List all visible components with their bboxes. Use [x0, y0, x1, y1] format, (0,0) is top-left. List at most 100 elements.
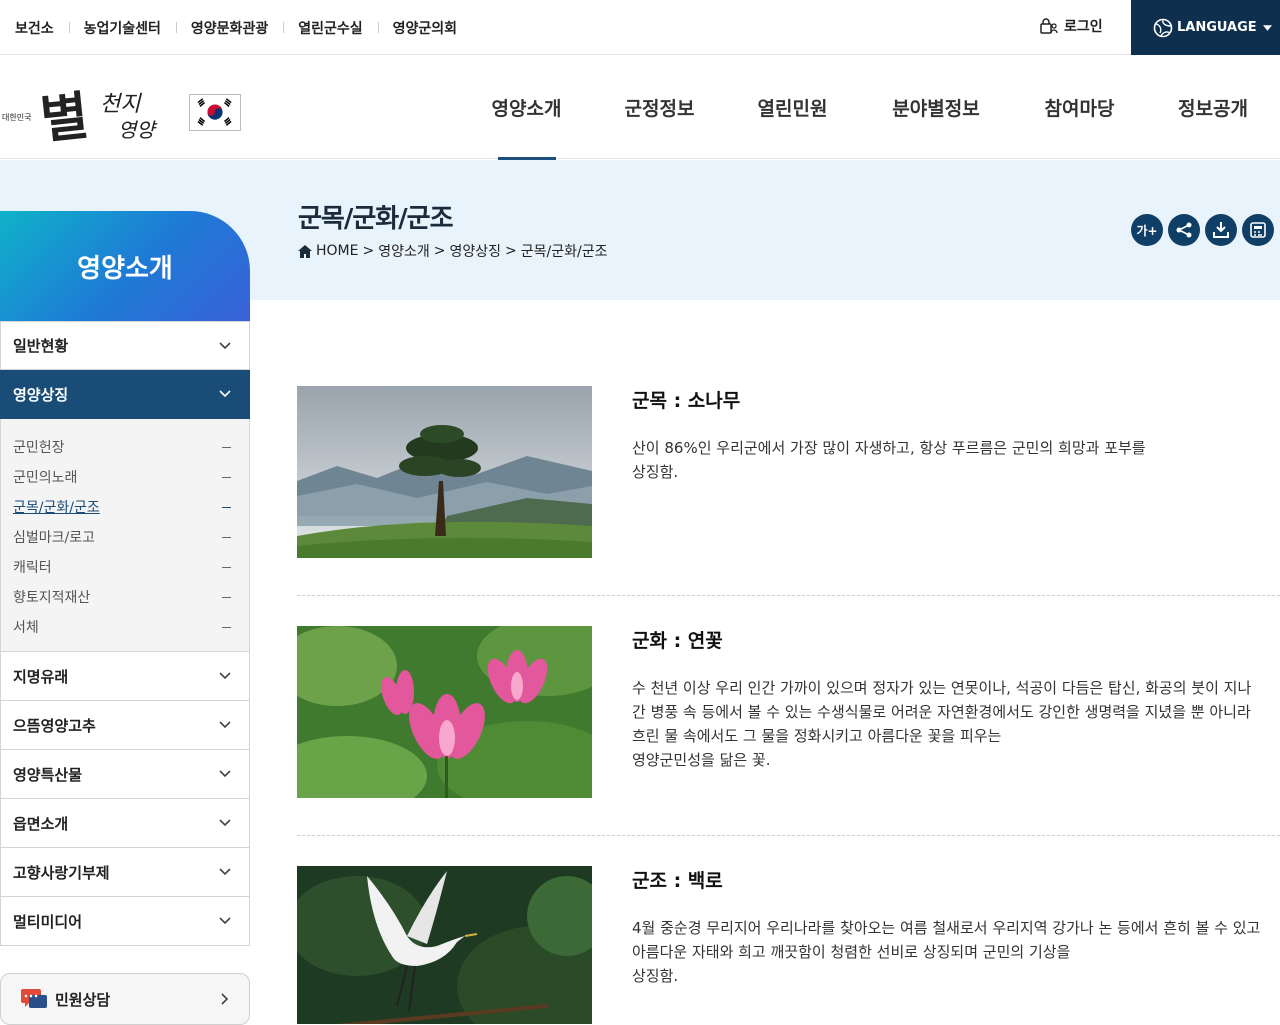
- submenu-tree-flower-bird[interactable]: 군목/군화/군조: [1, 492, 249, 522]
- civil-consult-button[interactable]: 민원상담: [0, 973, 250, 1025]
- description-line: 상징함.: [632, 463, 679, 481]
- logo-small-text: 대한민국: [2, 113, 32, 122]
- submenu-character[interactable]: 캐릭터: [1, 552, 249, 582]
- chevron-down-icon: [219, 868, 231, 876]
- submenu-label: 캐릭터: [13, 560, 52, 576]
- sidebar-item-label: 읍면소개: [13, 814, 69, 833]
- dash-icon: [222, 506, 231, 508]
- top-links: 보건소 농업기술센터 영양문화관광 열린군수실 영양군의회: [0, 0, 472, 55]
- submenu-font[interactable]: 서체: [1, 612, 249, 642]
- dash-icon: [222, 626, 231, 628]
- gnb-disclosure[interactable]: 정보공개: [1146, 56, 1280, 159]
- sidebar-item-label: 으뜸영양고추: [13, 716, 96, 735]
- sidebar-item-donation[interactable]: 고향사랑기부제: [0, 848, 250, 897]
- top-link-agri[interactable]: 농업기술센터: [68, 18, 176, 38]
- sidebar-item-general[interactable]: 일반현황: [0, 321, 250, 370]
- divider: [297, 835, 1280, 836]
- lock-person-icon: [1040, 18, 1058, 34]
- top-link-tour[interactable]: 영양문화관광: [175, 18, 283, 38]
- breadcrumb-separator: >: [433, 243, 446, 259]
- globe-icon: [1153, 18, 1173, 37]
- submenu-symbol-logo[interactable]: 심벌마크/로고: [1, 522, 249, 552]
- site-logo[interactable]: 대한민국 별 천지 영양: [2, 70, 182, 151]
- chevron-down-icon: [219, 819, 231, 827]
- description-line: 영양군민성을 닮은 꽃.: [632, 751, 771, 769]
- korea-flag-icon: [189, 94, 241, 131]
- print-button[interactable]: [1242, 214, 1274, 246]
- divider: [297, 595, 1280, 596]
- sidebar-item-label: 영양상징: [13, 385, 69, 404]
- top-link-council[interactable]: 영양군의회: [377, 18, 472, 38]
- submenu-label: 서체: [13, 620, 39, 636]
- description-line: 수 천년 이상 우리 인간 가까이 있으며 정자가 있는 연못이나, 석공이 다…: [632, 679, 1252, 697]
- breadcrumb-separator: >: [505, 243, 517, 259]
- gnb-admin-info[interactable]: 군정정보: [593, 56, 726, 159]
- description-line: 4월 중순경 무리지어 우리나라를 찾아오는 여름 철새로서 우리지역 강가나 …: [632, 919, 1261, 937]
- chevron-down-icon: [219, 341, 231, 349]
- sidebar-item-towns[interactable]: 읍면소개: [0, 799, 250, 848]
- top-link-health[interactable]: 보건소: [15, 18, 69, 38]
- gnb-intro[interactable]: 영양소개: [460, 56, 593, 160]
- submenu-ip[interactable]: 향토지적재산: [1, 582, 249, 612]
- breadcrumb-level1[interactable]: 영양소개: [378, 241, 430, 261]
- page-tools: 가+: [1131, 214, 1274, 246]
- description-line: 상징함.: [632, 967, 679, 985]
- sidebar-item-label: 영양특산물: [13, 765, 83, 784]
- logo-sub2-text: 영양: [118, 118, 155, 142]
- sidebar-item-label: 고향사랑기부제: [13, 863, 110, 882]
- dash-icon: [222, 566, 231, 568]
- chevron-down-icon: [219, 390, 231, 398]
- sidebar-item-multimedia[interactable]: 멀티미디어: [0, 897, 250, 946]
- chevron-down-icon: [219, 672, 231, 680]
- symbol-description: 산이 86%인 우리군에서 가장 많이 자생하고, 항상 푸르름은 군민의 희망…: [632, 436, 1280, 484]
- top-link-mayor[interactable]: 열린군수실: [283, 18, 377, 38]
- chevron-down-icon: [219, 721, 231, 729]
- font-size-button[interactable]: 가+: [1131, 214, 1163, 246]
- share-button[interactable]: [1168, 214, 1200, 246]
- sidebar-item-pepper[interactable]: 으뜸영양고추: [0, 701, 250, 750]
- chat-bubble-icon: [21, 989, 47, 1008]
- gnb-field-info[interactable]: 분야별정보: [859, 56, 1013, 159]
- sidebar-item-label: 멀티미디어: [13, 912, 83, 931]
- download-button[interactable]: [1205, 214, 1237, 246]
- breadcrumb-level2[interactable]: 영양상징: [449, 241, 501, 261]
- chevron-right-icon: [221, 993, 229, 1005]
- submenu-label: 군목/군화/군조: [13, 500, 100, 516]
- sidebar-title: 영양소개: [0, 211, 250, 321]
- home-icon: [298, 244, 312, 258]
- gnb-participation[interactable]: 참여마당: [1013, 56, 1146, 159]
- dash-icon: [222, 536, 231, 538]
- page-title: 군목/군화/군조: [298, 204, 454, 234]
- civil-consult-label: 민원상담: [55, 990, 111, 1009]
- caret-down-icon: [1262, 24, 1272, 31]
- submenu-song[interactable]: 군민의노래: [1, 462, 249, 492]
- description-line: 흐린 물 속에서도 그 물을 정화시키고 아름다운 꽃을 피우는: [632, 727, 1002, 745]
- login-label: 로그인: [1064, 19, 1103, 35]
- sidebar-item-place-names[interactable]: 지명유래: [0, 652, 250, 701]
- submenu-label: 군민의노래: [13, 470, 78, 486]
- login-link[interactable]: 로그인: [1040, 16, 1103, 36]
- logo-main-text: 별: [37, 85, 88, 152]
- dash-icon: [222, 596, 231, 598]
- breadcrumb: HOME > 영양소개 > 영양상징 > 군목/군화/군조: [298, 241, 607, 261]
- sidebar-item-label: 지명유래: [13, 667, 69, 686]
- chevron-down-icon: [219, 770, 231, 778]
- sidebar-item-specialties[interactable]: 영양특산물: [0, 750, 250, 799]
- sidebar-item-symbols[interactable]: 영양상징: [0, 370, 250, 419]
- sidebar-item-label: 일반현황: [13, 337, 69, 355]
- language-label: LANGUAGE: [1177, 20, 1257, 35]
- dash-icon: [222, 446, 231, 448]
- gnb-civil[interactable]: 열린민원: [726, 56, 859, 159]
- symbol-title: 군목 : 소나무: [632, 390, 741, 412]
- chevron-down-icon: [219, 917, 231, 925]
- print-icon: [1250, 222, 1266, 238]
- language-button[interactable]: LANGUAGE: [1131, 0, 1280, 55]
- lotus-flower-photo: [297, 626, 592, 798]
- main-navigation: 영양소개 군정정보 열린민원 분야별정보 참여마당 정보공개: [460, 56, 1280, 160]
- submenu-label: 군민헌장: [13, 440, 65, 456]
- breadcrumb-home[interactable]: HOME: [316, 243, 358, 259]
- breadcrumb-current: 군목/군화/군조: [520, 244, 608, 260]
- egret-photo: [297, 866, 592, 1024]
- site-header: 대한민국 별 천지 영양 영양소개 군정정보 열린민원 분야별정보 참여마당 정…: [0, 56, 1280, 160]
- submenu-charter[interactable]: 군민헌장: [1, 432, 249, 462]
